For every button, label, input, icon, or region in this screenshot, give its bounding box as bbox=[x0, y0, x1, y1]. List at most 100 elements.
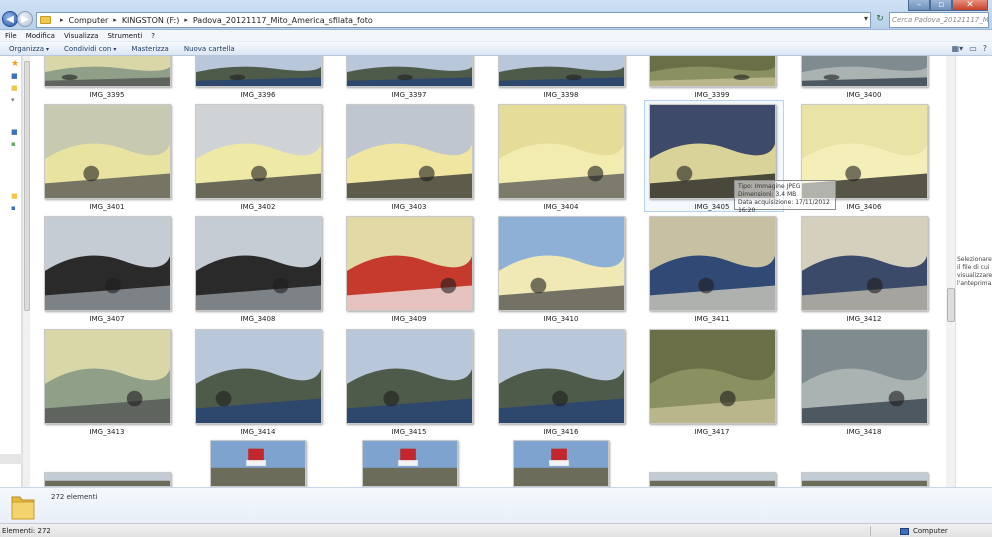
refresh-button[interactable]: ↻ bbox=[872, 12, 888, 28]
menu-tools[interactable]: Strumenti bbox=[107, 32, 142, 40]
file-name: IMG_3403 bbox=[391, 203, 427, 211]
burn-button[interactable]: Masterizza bbox=[131, 45, 169, 53]
file-name: IMG_3416 bbox=[543, 428, 579, 436]
image-thumbnail[interactable] bbox=[498, 329, 625, 424]
image-thumbnail[interactable] bbox=[649, 56, 776, 87]
image-thumbnail[interactable] bbox=[649, 329, 776, 424]
chevron-down-icon: ▾ bbox=[113, 45, 117, 53]
download-icon[interactable]: ▾ bbox=[11, 96, 15, 104]
content-scrollbar[interactable] bbox=[946, 56, 956, 487]
image-thumbnail[interactable] bbox=[210, 440, 306, 487]
minimize-button[interactable]: – bbox=[908, 0, 930, 11]
file-name: IMG_3418 bbox=[846, 428, 882, 436]
organize-label: Organizza bbox=[9, 44, 45, 53]
image-thumbnail[interactable] bbox=[649, 216, 776, 311]
photo-image bbox=[650, 56, 775, 86]
status-location-label: Computer bbox=[913, 527, 948, 535]
image-thumbnail[interactable] bbox=[44, 56, 171, 87]
image-thumbnail[interactable] bbox=[801, 216, 928, 311]
image-thumbnail[interactable] bbox=[195, 56, 322, 87]
image-thumbnail[interactable] bbox=[362, 440, 458, 487]
network-icon[interactable]: ▪ bbox=[11, 204, 16, 212]
photo-image bbox=[45, 473, 170, 486]
breadcrumb-separator[interactable]: ▸ bbox=[113, 16, 117, 24]
image-thumbnail[interactable] bbox=[44, 472, 171, 487]
image-thumbnail[interactable] bbox=[346, 56, 473, 87]
folder-icon[interactable]: ■ bbox=[11, 72, 18, 80]
image-thumbnail[interactable] bbox=[513, 440, 609, 487]
drive-icon[interactable]: ▪ bbox=[11, 140, 16, 148]
image-thumbnail[interactable] bbox=[801, 329, 928, 424]
menu-view[interactable]: Visualizza bbox=[64, 32, 98, 40]
file-name: IMG_3400 bbox=[846, 91, 882, 99]
image-thumbnail[interactable] bbox=[498, 216, 625, 311]
file-name: IMG_3417 bbox=[694, 428, 730, 436]
close-button[interactable]: ✕ bbox=[952, 0, 988, 11]
image-thumbnail[interactable] bbox=[801, 56, 928, 87]
folder-icon[interactable]: ■ bbox=[11, 192, 18, 200]
image-thumbnail[interactable] bbox=[498, 104, 625, 199]
forward-button[interactable]: ▶ bbox=[17, 11, 33, 27]
folder-icon bbox=[11, 496, 35, 520]
status-bar: Elementi: 272 Computer bbox=[0, 523, 992, 537]
preview-pane-icon[interactable]: ▭ bbox=[969, 44, 977, 53]
image-thumbnail[interactable] bbox=[498, 56, 625, 87]
breadcrumb-folder[interactable]: Padova_20121117_Mito_America_sfilata_fot… bbox=[193, 16, 373, 25]
folder-icon[interactable]: ■ bbox=[11, 84, 18, 92]
photo-image bbox=[499, 217, 624, 310]
breadcrumb-separator[interactable]: ▸ bbox=[60, 16, 64, 24]
photo-image bbox=[514, 441, 608, 486]
photo-image bbox=[45, 330, 170, 423]
computer-icon bbox=[900, 527, 909, 535]
menu-file[interactable]: File bbox=[5, 32, 17, 40]
photo-image bbox=[45, 56, 170, 86]
photo-image bbox=[363, 441, 457, 486]
address-dropdown-icon[interactable]: ▾ bbox=[864, 14, 868, 23]
photo-image bbox=[45, 105, 170, 198]
new-folder-button[interactable]: Nuova cartella bbox=[184, 45, 235, 53]
search-input[interactable]: Cerca Padova_20121117_Mito... bbox=[889, 12, 989, 28]
image-thumbnail[interactable] bbox=[649, 472, 776, 487]
image-thumbnail[interactable] bbox=[44, 216, 171, 311]
image-thumbnail[interactable] bbox=[44, 104, 171, 199]
image-thumbnail[interactable] bbox=[346, 329, 473, 424]
maximize-button[interactable]: ▫ bbox=[930, 0, 952, 11]
photo-image bbox=[802, 330, 927, 423]
file-name: IMG_3409 bbox=[391, 315, 427, 323]
breadcrumb-computer[interactable]: Computer bbox=[69, 16, 109, 25]
address-bar[interactable]: ▸ Computer ▸ KINGSTON (F:) ▸ Padova_2012… bbox=[36, 12, 871, 28]
photo-image bbox=[347, 56, 472, 86]
back-button[interactable]: ◀ bbox=[2, 11, 18, 27]
menu-edit[interactable]: Modifica bbox=[26, 32, 55, 40]
photo-image bbox=[499, 330, 624, 423]
file-name: IMG_3410 bbox=[543, 315, 579, 323]
file-name: IMG_3395 bbox=[89, 91, 125, 99]
photo-image bbox=[347, 330, 472, 423]
photo-image bbox=[196, 330, 321, 423]
navigation-pane-gap bbox=[0, 454, 22, 464]
photo-image bbox=[650, 217, 775, 310]
image-thumbnail[interactable] bbox=[346, 104, 473, 199]
breadcrumb-drive[interactable]: KINGSTON (F:) bbox=[122, 16, 180, 25]
image-thumbnail[interactable] bbox=[44, 329, 171, 424]
file-name: IMG_3397 bbox=[391, 91, 427, 99]
organize-button[interactable]: Organizza ▾ bbox=[9, 45, 49, 53]
navigation-scrollbar[interactable] bbox=[22, 56, 30, 523]
share-button[interactable]: Condividi con ▾ bbox=[64, 45, 116, 53]
image-thumbnail[interactable] bbox=[195, 216, 322, 311]
image-thumbnail[interactable] bbox=[195, 329, 322, 424]
content-scrollbar-thumb[interactable] bbox=[947, 288, 955, 322]
file-name: IMG_3402 bbox=[240, 203, 276, 211]
photo-image bbox=[45, 217, 170, 310]
menu-help[interactable]: ? bbox=[151, 32, 155, 40]
image-thumbnail[interactable] bbox=[346, 216, 473, 311]
help-icon[interactable]: ? bbox=[983, 44, 987, 53]
star-icon[interactable]: ★ bbox=[11, 60, 19, 69]
computer-icon[interactable]: ■ bbox=[11, 128, 18, 136]
view-options-icon[interactable]: ▦▾ bbox=[952, 44, 964, 53]
image-thumbnail[interactable] bbox=[195, 104, 322, 199]
status-location: Computer bbox=[900, 527, 948, 535]
breadcrumb-separator[interactable]: ▸ bbox=[184, 16, 188, 24]
title-bar: – ▫ ✕ ◀ ▶ ▸ Computer ▸ KINGSTON (F:) ▸ P… bbox=[0, 0, 992, 30]
image-thumbnail[interactable] bbox=[801, 472, 928, 487]
